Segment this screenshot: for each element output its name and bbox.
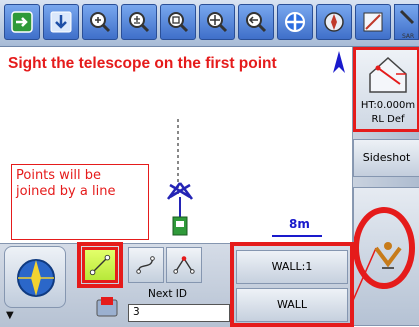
bottom-panel: ▼ Next ID 3 WALL:1 WALL [0,242,354,327]
arc-mode-button[interactable] [166,247,202,283]
top-toolbar: SAR [0,0,419,47]
house-height-icon [369,56,407,93]
wall-code-highlight [230,242,354,327]
observe-button[interactable] [353,187,419,326]
next-id-label: Next ID [148,288,187,300]
compass-rose-icon [324,12,344,32]
scale-bar [272,235,322,237]
crosshair-icon [285,12,305,32]
map-view[interactable]: Sight the telescope on the first point P… [0,47,352,243]
crosshair-button[interactable] [277,4,313,40]
curve-icon [136,256,155,274]
pan-button[interactable] [199,4,235,40]
curve-mode-button[interactable] [128,247,164,283]
toolbar-trailing-label: SAR [402,33,415,40]
globe-compass-icon [17,259,55,297]
download-button[interactable] [43,4,79,40]
height-settings-button[interactable]: HT:0.000m RL Def [353,47,419,132]
pan-icon [207,12,228,33]
dropdown-arrow-icon[interactable]: ▼ [6,310,14,321]
orientation-button[interactable] [4,246,66,308]
instruction-text: Sight the telescope on the first point [8,55,277,72]
right-panel: HT:0.000m RL Def Sideshot [352,47,419,326]
measure-icon [363,12,383,32]
next-id-input[interactable]: 3 [128,304,230,322]
height-value: HT:0.000m [360,100,416,111]
back-button[interactable] [238,4,274,40]
download-icon [50,11,72,33]
exit-icon [11,11,33,33]
line-mode-highlight [77,242,123,288]
zoom-window-icon [168,12,189,33]
scale-label: 8m [289,217,310,231]
rl-label: RL Def [371,114,405,125]
annotation-callout: Points will be joined by a line [11,164,149,240]
point-id-icon [96,297,118,317]
instrument-icon [167,182,193,236]
zoom-extents-button[interactable] [121,4,157,40]
zoom-extents-icon [129,12,150,33]
back-icon [246,12,267,33]
exit-button[interactable] [4,4,40,40]
zoom-in-icon [90,12,111,33]
zoom-window-button[interactable] [160,4,196,40]
north-arrow-icon [333,51,345,73]
navigate-button[interactable] [316,4,352,40]
tool-button[interactable] [355,4,391,40]
arc-icon [173,256,195,274]
sideshot-button[interactable]: Sideshot [353,139,419,177]
zoom-in-button[interactable] [82,4,118,40]
observe-icon [354,207,415,301]
